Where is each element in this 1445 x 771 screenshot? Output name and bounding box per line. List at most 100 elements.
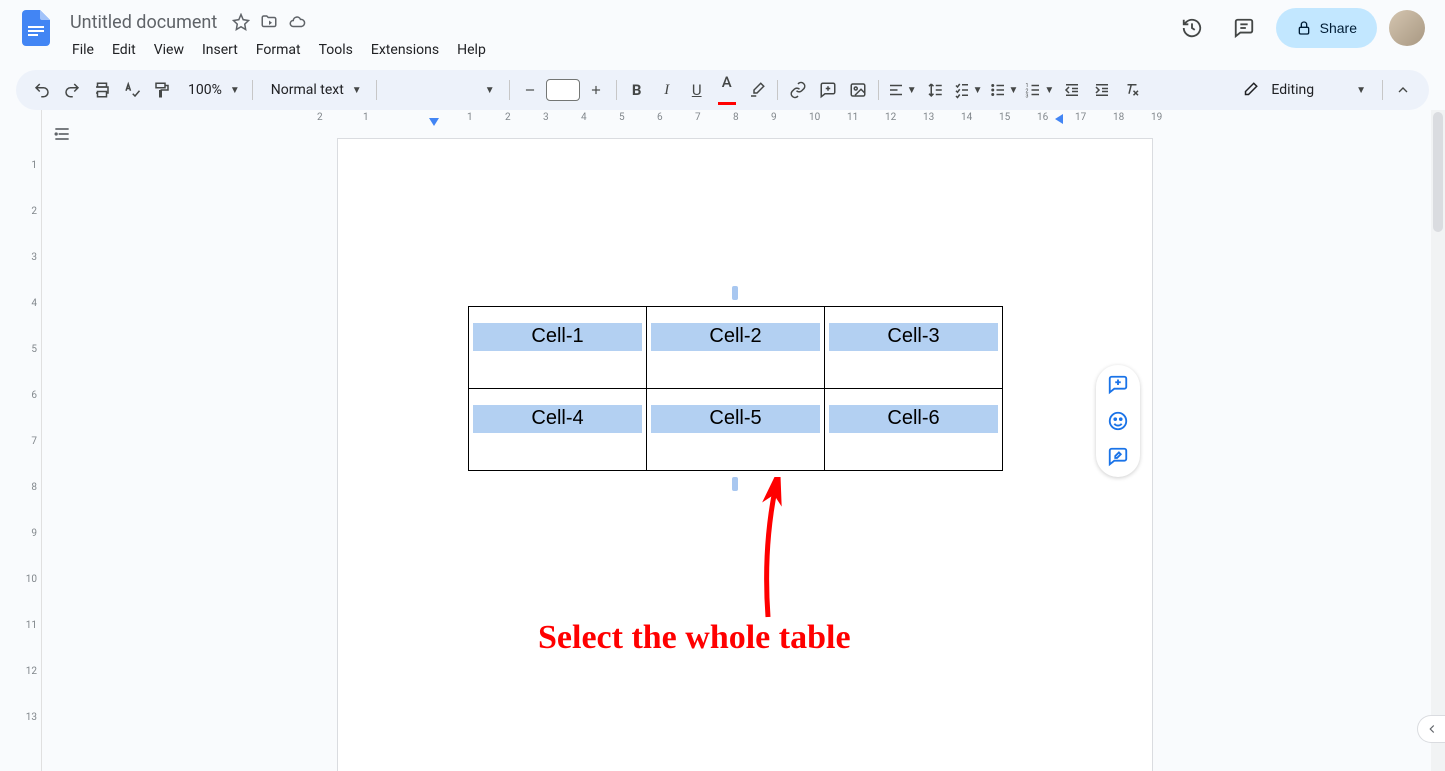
underline-icon[interactable]: U	[683, 76, 711, 104]
style-value: Normal text	[267, 82, 348, 98]
vruler-tick: 4	[7, 298, 37, 309]
paint-format-icon[interactable]	[148, 76, 176, 104]
indent-marker-left[interactable]	[429, 118, 439, 126]
print-icon[interactable]	[88, 76, 116, 104]
account-avatar[interactable]	[1389, 10, 1425, 46]
vruler-tick: 9	[7, 528, 37, 539]
vruler-tick: 2	[7, 206, 37, 217]
menu-file[interactable]: File	[64, 38, 102, 62]
font-size-input[interactable]	[546, 79, 580, 101]
comments-icon[interactable]	[1224, 8, 1264, 48]
line-spacing-icon[interactable]	[921, 76, 949, 104]
collapse-toolbar-icon[interactable]	[1389, 76, 1417, 104]
app-header: Untitled document File Edit View Insert …	[0, 0, 1445, 64]
scroll-thumb[interactable]	[1433, 112, 1443, 232]
vertical-scrollbar[interactable]	[1431, 110, 1445, 771]
table-cell[interactable]: Cell-1	[469, 307, 647, 389]
hruler-tick: 15	[999, 112, 1010, 123]
menu-insert[interactable]: Insert	[194, 38, 246, 62]
undo-icon[interactable]	[28, 76, 56, 104]
decrease-font-icon[interactable]	[516, 76, 544, 104]
hruler-tick: 5	[619, 112, 625, 123]
vruler-tick: 11	[7, 620, 37, 631]
star-icon[interactable]	[231, 12, 251, 32]
table-cell[interactable]: Cell-3	[825, 307, 1003, 389]
increase-indent-icon[interactable]	[1088, 76, 1116, 104]
indent-marker-right[interactable]	[1055, 114, 1063, 124]
bulleted-list-icon[interactable]: ▼	[987, 76, 1021, 104]
align-icon[interactable]: ▼	[885, 76, 919, 104]
cell-text: Cell-4	[469, 407, 646, 430]
cell-text: Cell-3	[825, 325, 1002, 348]
document-outline-icon[interactable]	[48, 120, 76, 148]
vruler-tick: 6	[7, 390, 37, 401]
document-page[interactable]: Cell-1 Cell-2 Cell-3 Cell-4 Cell-5 Cell-…	[337, 138, 1153, 771]
zoom-select[interactable]: 100%▼	[178, 82, 246, 98]
clear-formatting-icon[interactable]	[1118, 76, 1146, 104]
table-cell[interactable]: Cell-2	[647, 307, 825, 389]
vruler-tick: 12	[7, 666, 37, 677]
cloud-status-icon[interactable]	[287, 12, 307, 32]
table-row[interactable]: Cell-4 Cell-5 Cell-6	[469, 389, 1003, 471]
menu-view[interactable]: View	[146, 38, 192, 62]
menu-edit[interactable]: Edit	[104, 38, 144, 62]
table-cell[interactable]: Cell-6	[825, 389, 1003, 471]
cell-text: Cell-5	[647, 407, 824, 430]
vruler-tick: 3	[7, 252, 37, 263]
vertical-ruler: 1 2 3 4 5 6 7 8 9 10 11 12 13	[0, 110, 42, 771]
text-color-icon[interactable]: A	[713, 76, 741, 104]
font-select[interactable]: ▼	[383, 85, 503, 96]
table-cell[interactable]: Cell-5	[647, 389, 825, 471]
share-label: Share	[1320, 20, 1357, 36]
hruler-tick: 16	[1037, 112, 1048, 123]
docs-logo[interactable]	[16, 8, 56, 48]
document-table[interactable]: Cell-1 Cell-2 Cell-3 Cell-4 Cell-5 Cell-…	[468, 306, 1003, 471]
decrease-indent-icon[interactable]	[1058, 76, 1086, 104]
italic-icon[interactable]: I	[653, 76, 681, 104]
expand-side-panel-icon[interactable]	[1417, 715, 1445, 743]
contextual-toolbar	[1096, 365, 1140, 477]
add-comment-icon[interactable]	[814, 76, 842, 104]
menu-extensions[interactable]: Extensions	[363, 38, 447, 62]
cell-text: Cell-1	[469, 325, 646, 348]
cell-text: Cell-2	[647, 325, 824, 348]
table-row[interactable]: Cell-1 Cell-2 Cell-3	[469, 307, 1003, 389]
document-title[interactable]: Untitled document	[64, 10, 223, 35]
hruler-tick: 14	[961, 112, 972, 123]
menu-tools[interactable]: Tools	[311, 38, 361, 62]
vruler-tick: 13	[7, 712, 37, 723]
svg-text:3: 3	[1026, 94, 1029, 100]
zoom-value: 100%	[184, 82, 226, 98]
numbered-list-icon[interactable]: 123▼	[1022, 76, 1056, 104]
hruler-tick: 11	[847, 112, 858, 123]
table-drag-handle-top[interactable]	[732, 286, 738, 300]
bold-icon[interactable]: B	[623, 76, 651, 104]
vruler-tick: 1	[7, 160, 37, 171]
horizontal-ruler: 2 1 1 2 3 4 5 6 7 8 9 10 11 12 13 14 15	[42, 110, 1445, 128]
suggest-edits-icon[interactable]	[1106, 445, 1130, 469]
move-icon[interactable]	[259, 12, 279, 32]
annotation-arrow	[728, 477, 808, 627]
hruler-tick: 18	[1113, 112, 1124, 123]
table-cell[interactable]: Cell-4	[469, 389, 647, 471]
redo-icon[interactable]	[58, 76, 86, 104]
highlight-icon[interactable]	[743, 76, 771, 104]
insert-link-icon[interactable]	[784, 76, 812, 104]
history-icon[interactable]	[1172, 8, 1212, 48]
menu-bar: File Edit View Insert Format Tools Exten…	[64, 36, 494, 64]
add-comment-bubble-icon[interactable]	[1106, 373, 1130, 397]
hruler-tick: 7	[695, 112, 701, 123]
mode-select[interactable]: Editing ▼	[1231, 81, 1376, 99]
spellcheck-icon[interactable]	[118, 76, 146, 104]
menu-help[interactable]: Help	[449, 38, 494, 62]
hruler-tick: 2	[317, 112, 323, 123]
emoji-reaction-icon[interactable]	[1106, 409, 1130, 433]
paragraph-style-select[interactable]: Normal text▼	[259, 82, 370, 98]
hruler-tick: 19	[1151, 112, 1162, 123]
hruler-tick: 4	[581, 112, 587, 123]
share-button[interactable]: Share	[1276, 8, 1377, 48]
checklist-icon[interactable]: ▼	[951, 76, 985, 104]
increase-font-icon[interactable]	[582, 76, 610, 104]
menu-format[interactable]: Format	[248, 38, 309, 62]
insert-image-icon[interactable]	[844, 76, 872, 104]
